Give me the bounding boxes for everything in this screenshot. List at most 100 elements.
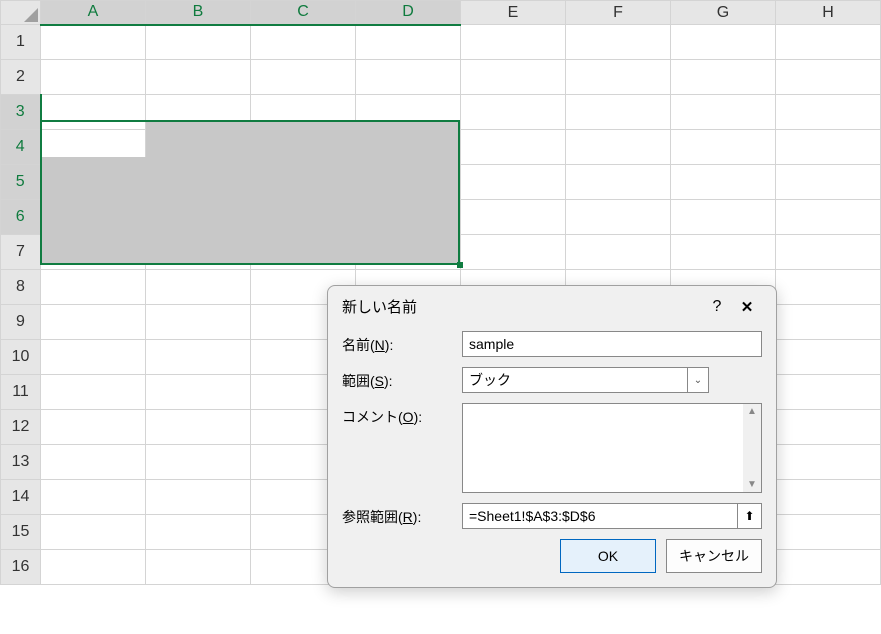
cell[interactable] [461, 60, 566, 95]
row-header-2[interactable]: 2 [1, 60, 41, 95]
cell[interactable] [566, 25, 671, 60]
cell[interactable] [146, 95, 251, 130]
cell[interactable] [41, 270, 146, 305]
col-header-A[interactable]: A [41, 1, 146, 25]
cell[interactable] [41, 165, 146, 200]
row-header-5[interactable]: 5 [1, 165, 41, 200]
cell[interactable] [41, 60, 146, 95]
cell[interactable] [41, 445, 146, 480]
cell[interactable] [251, 95, 356, 130]
cell[interactable] [461, 130, 566, 165]
row-header-6[interactable]: 6 [1, 200, 41, 235]
chevron-down-icon[interactable]: ⌄ [687, 367, 709, 393]
close-button[interactable]: ✕ [732, 298, 762, 316]
cell[interactable] [566, 130, 671, 165]
cell[interactable] [566, 200, 671, 235]
row-header-4[interactable]: 4 [1, 130, 41, 165]
cell[interactable] [776, 130, 881, 165]
cell[interactable] [566, 95, 671, 130]
cell[interactable] [776, 270, 881, 305]
cell[interactable] [146, 340, 251, 375]
cell[interactable] [41, 375, 146, 410]
cell[interactable] [461, 200, 566, 235]
cell[interactable] [41, 515, 146, 550]
cell[interactable] [146, 130, 251, 165]
cell[interactable] [356, 165, 461, 200]
name-input[interactable] [462, 331, 762, 357]
refers-input[interactable] [462, 503, 738, 529]
row-header-8[interactable]: 8 [1, 270, 41, 305]
col-header-E[interactable]: E [461, 1, 566, 25]
cell[interactable] [41, 305, 146, 340]
help-button[interactable]: ? [702, 298, 732, 316]
row-header-9[interactable]: 9 [1, 305, 41, 340]
cell[interactable] [776, 235, 881, 270]
cell[interactable] [251, 165, 356, 200]
cell[interactable] [566, 60, 671, 95]
cell[interactable] [776, 165, 881, 200]
cell[interactable] [461, 165, 566, 200]
cell[interactable] [356, 25, 461, 60]
cell[interactable] [671, 235, 776, 270]
cell[interactable] [146, 200, 251, 235]
dialog-titlebar[interactable]: 新しい名前 ? ✕ [328, 286, 776, 323]
row-header-7[interactable]: 7 [1, 235, 41, 270]
cell[interactable] [251, 25, 356, 60]
col-header-G[interactable]: G [671, 1, 776, 25]
cell[interactable] [776, 25, 881, 60]
scroll-down-icon[interactable]: ▼ [747, 479, 757, 490]
scroll-up-icon[interactable]: ▲ [747, 406, 757, 417]
row-header-11[interactable]: 11 [1, 375, 41, 410]
cell[interactable] [146, 445, 251, 480]
cell[interactable] [776, 550, 881, 585]
cell[interactable] [776, 445, 881, 480]
select-all-corner[interactable] [1, 1, 41, 25]
cell[interactable] [41, 235, 146, 270]
cell[interactable] [146, 515, 251, 550]
row-header-15[interactable]: 15 [1, 515, 41, 550]
row-header-10[interactable]: 10 [1, 340, 41, 375]
cell[interactable] [776, 305, 881, 340]
cell[interactable] [671, 130, 776, 165]
cell[interactable] [566, 235, 671, 270]
cell[interactable] [146, 375, 251, 410]
cell[interactable] [356, 95, 461, 130]
cell[interactable] [356, 235, 461, 270]
cell[interactable] [251, 200, 356, 235]
cell[interactable] [41, 410, 146, 445]
col-header-B[interactable]: B [146, 1, 251, 25]
cell[interactable] [41, 550, 146, 585]
cell[interactable] [41, 200, 146, 235]
cell[interactable] [776, 95, 881, 130]
row-header-14[interactable]: 14 [1, 480, 41, 515]
cell[interactable] [251, 235, 356, 270]
cell[interactable] [776, 375, 881, 410]
row-header-1[interactable]: 1 [1, 25, 41, 60]
cell[interactable] [461, 25, 566, 60]
row-header-13[interactable]: 13 [1, 445, 41, 480]
cancel-button[interactable]: キャンセル [666, 539, 762, 573]
row-header-16[interactable]: 16 [1, 550, 41, 585]
cell[interactable] [356, 200, 461, 235]
cell[interactable] [41, 95, 146, 130]
row-header-12[interactable]: 12 [1, 410, 41, 445]
cell[interactable] [146, 25, 251, 60]
cell[interactable] [146, 550, 251, 585]
cell[interactable] [41, 25, 146, 60]
cell[interactable] [671, 95, 776, 130]
cell[interactable] [776, 340, 881, 375]
col-header-H[interactable]: H [776, 1, 881, 25]
row-header-3[interactable]: 3 [1, 95, 41, 130]
cell[interactable] [146, 270, 251, 305]
cell[interactable] [461, 95, 566, 130]
scope-value[interactable] [462, 367, 708, 393]
comment-textarea[interactable]: ▲ ▼ [462, 403, 762, 493]
cell[interactable] [251, 60, 356, 95]
cell[interactable] [776, 200, 881, 235]
ok-button[interactable]: OK [560, 539, 656, 573]
col-header-D[interactable]: D [356, 1, 461, 25]
cell[interactable] [146, 480, 251, 515]
cell[interactable] [251, 130, 356, 165]
cell[interactable] [671, 165, 776, 200]
cell[interactable] [671, 200, 776, 235]
